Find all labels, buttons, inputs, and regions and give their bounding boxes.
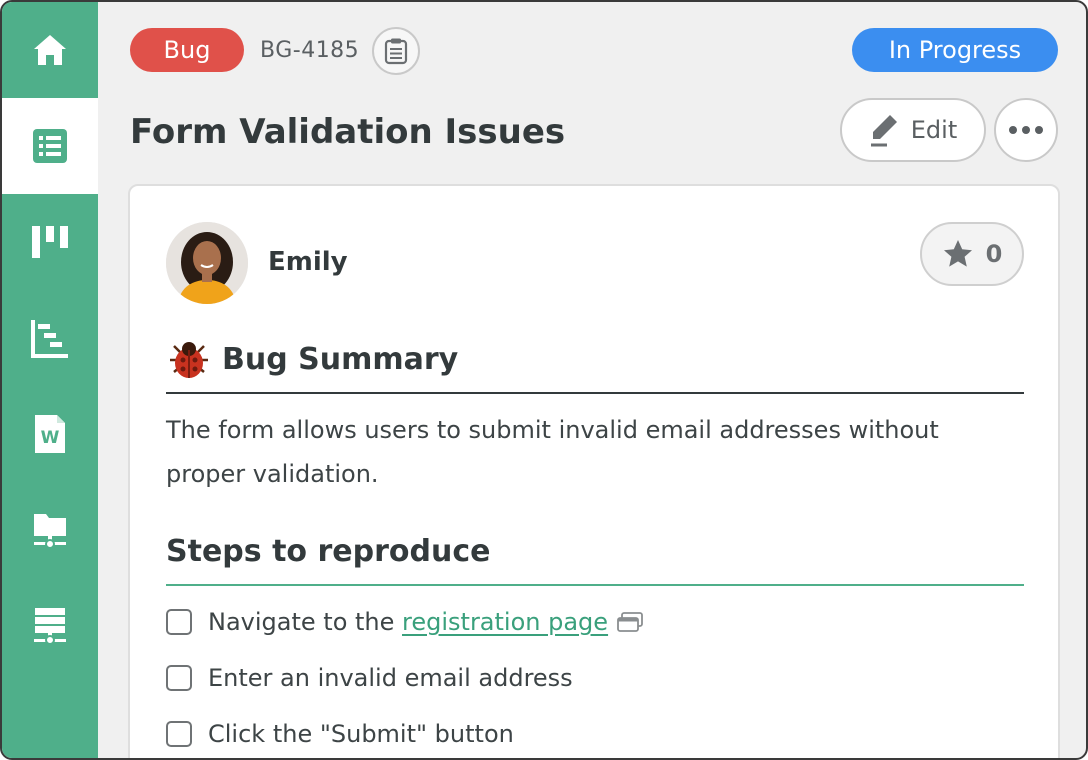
step-item: Click the "Submit" button	[166, 714, 514, 754]
server-icon	[34, 608, 66, 645]
step-text: Enter an invalid email address	[208, 664, 573, 692]
sidebar-item-gantt[interactable]	[2, 290, 98, 386]
step-item: Enter an invalid email address	[166, 658, 573, 698]
status-badge[interactable]: In Progress	[852, 28, 1058, 72]
step-checkbox[interactable]	[166, 609, 192, 635]
star-icon	[943, 240, 972, 267]
author-name: Emily	[268, 247, 348, 277]
summary-heading-text: Bug Summary	[222, 341, 459, 377]
steps-heading-text: Steps to reproduce	[166, 533, 491, 569]
folder-network-icon	[34, 514, 66, 549]
list-icon	[33, 129, 67, 163]
edit-button[interactable]: Edit	[840, 98, 986, 162]
gantt-icon	[31, 320, 68, 358]
ladybug-icon	[170, 342, 208, 378]
more-icon	[1009, 126, 1043, 134]
sidebar-item-list[interactable]	[2, 98, 98, 194]
sidebar: W	[2, 2, 98, 758]
step-text: Navigate to the registration page	[208, 608, 609, 636]
board-icon	[32, 226, 68, 258]
home-icon	[34, 35, 66, 65]
steps-heading: Steps to reproduce	[166, 528, 490, 574]
app-window: W Bug BG-4185 In Progress Form Validatio…	[0, 0, 1088, 760]
sidebar-item-home[interactable]	[2, 2, 98, 98]
step-checkbox[interactable]	[166, 721, 192, 747]
star-button[interactable]: 0	[920, 222, 1024, 286]
step-checkbox[interactable]	[166, 665, 192, 691]
avatar[interactable]	[166, 222, 248, 304]
pencil-icon	[870, 115, 897, 147]
issue-type-badge: Bug	[130, 28, 244, 72]
summary-heading: Bug Summary	[166, 334, 458, 384]
sidebar-item-server[interactable]	[2, 578, 98, 674]
steps-divider	[166, 584, 1024, 586]
summary-divider	[166, 392, 1024, 394]
issue-card: Emily 0 Bug Summary The form allows user…	[128, 184, 1060, 758]
step-item: Navigate to the registration page	[166, 602, 644, 642]
summary-text: The form allows users to submit invalid …	[166, 416, 939, 488]
word-document-icon: W	[35, 415, 65, 453]
svg-text:W: W	[41, 428, 60, 448]
star-count: 0	[985, 240, 1003, 268]
registration-page-link[interactable]: registration page	[402, 608, 608, 636]
issue-id: BG-4185	[260, 37, 360, 63]
sidebar-item-folder-network[interactable]	[2, 482, 98, 578]
open-in-window-icon[interactable]	[616, 611, 644, 633]
page-title: Form Validation Issues	[130, 112, 566, 152]
edit-button-label: Edit	[910, 116, 958, 144]
copy-id-button[interactable]	[372, 27, 420, 75]
sidebar-item-board[interactable]	[2, 194, 98, 290]
more-options-button[interactable]	[994, 98, 1058, 162]
sidebar-item-word-doc[interactable]: W	[2, 386, 98, 482]
clipboard-icon	[384, 38, 408, 65]
step-text: Click the "Submit" button	[208, 720, 514, 748]
